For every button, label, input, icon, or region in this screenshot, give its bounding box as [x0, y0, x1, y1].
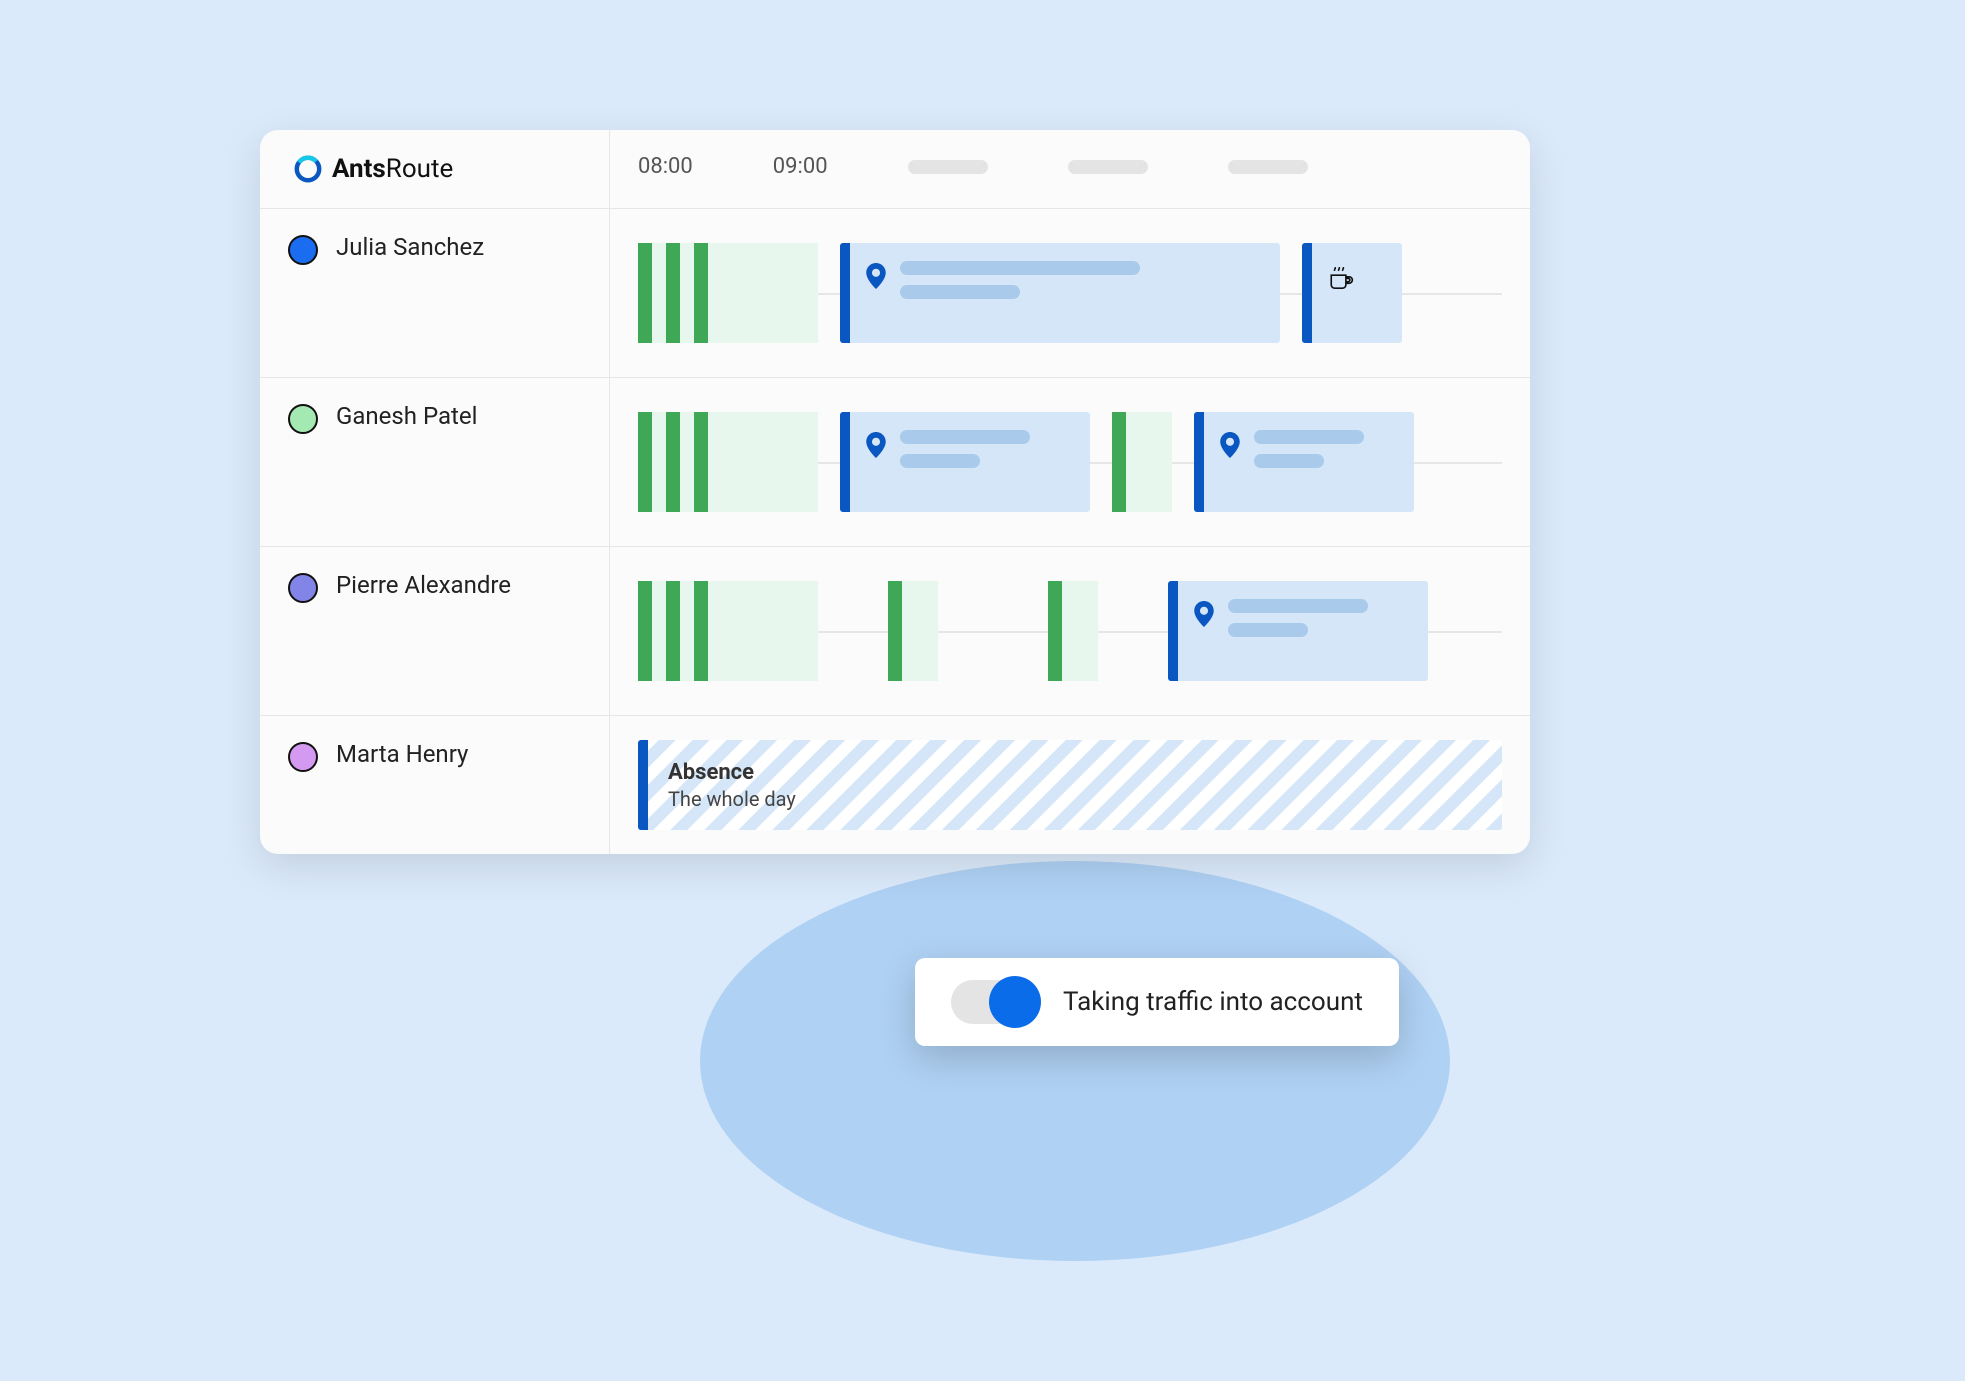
app-logo: AntsRoute	[288, 154, 453, 184]
traffic-toggle[interactable]	[951, 980, 1039, 1024]
time-skeleton	[1228, 160, 1308, 174]
traffic-toggle-card: Taking traffic into account	[915, 958, 1399, 1046]
driver-color-dot	[288, 235, 318, 265]
time-label: 09:00	[773, 154, 828, 179]
driver-lane: Absence The whole day	[610, 716, 1530, 854]
driver-name: Marta Henry	[336, 740, 468, 768]
task-segment[interactable]	[1112, 412, 1172, 512]
traffic-toggle-label: Taking traffic into account	[1063, 987, 1363, 1017]
coffee-cup-icon	[1328, 267, 1354, 293]
driver-name: Julia Sanchez	[336, 233, 484, 261]
time-skeleton	[908, 160, 988, 174]
task-segment[interactable]	[638, 412, 818, 512]
absence-title: Absence	[668, 760, 796, 785]
task-segment[interactable]	[638, 243, 818, 343]
driver-cell[interactable]: Julia Sanchez	[260, 209, 610, 377]
driver-cell[interactable]: Pierre Alexandre	[260, 547, 610, 715]
task-card[interactable]	[840, 243, 1280, 343]
header-row: AntsRoute 08:00 09:00	[260, 130, 1530, 209]
task-card[interactable]	[1168, 581, 1428, 681]
driver-lane	[610, 547, 1530, 715]
toggle-knob	[989, 976, 1041, 1028]
driver-lane	[610, 378, 1530, 546]
time-label: 08:00	[638, 154, 693, 179]
driver-row: Ganesh Patel	[260, 378, 1530, 547]
task-segment[interactable]	[1048, 581, 1098, 681]
location-pin-icon	[866, 432, 886, 458]
task-card[interactable]	[840, 412, 1090, 512]
location-pin-icon	[866, 263, 886, 289]
driver-lane	[610, 209, 1530, 377]
app-name: AntsRoute	[332, 154, 453, 184]
task-segment[interactable]	[888, 581, 938, 681]
driver-name: Pierre Alexandre	[336, 571, 511, 599]
driver-color-dot	[288, 742, 318, 772]
background-blob	[700, 861, 1450, 1261]
time-skeleton	[1068, 160, 1148, 174]
driver-cell[interactable]: Ganesh Patel	[260, 378, 610, 546]
location-pin-icon	[1194, 601, 1214, 627]
driver-color-dot	[288, 573, 318, 603]
antsroute-logo-icon	[294, 155, 322, 183]
absence-subtitle: The whole day	[668, 787, 796, 811]
driver-color-dot	[288, 404, 318, 434]
time-header-cell: 08:00 09:00	[610, 130, 1530, 208]
schedule-panel: AntsRoute 08:00 09:00 Julia Sanchez	[260, 130, 1530, 854]
task-card[interactable]	[1194, 412, 1414, 512]
logo-cell: AntsRoute	[260, 130, 610, 208]
break-card[interactable]	[1302, 243, 1402, 343]
task-segment[interactable]	[638, 581, 818, 681]
driver-name: Ganesh Patel	[336, 402, 477, 430]
driver-row: Marta Henry Absence The whole day	[260, 716, 1530, 854]
driver-row: Julia Sanchez	[260, 209, 1530, 378]
location-pin-icon	[1220, 432, 1240, 458]
driver-cell[interactable]: Marta Henry	[260, 716, 610, 854]
absence-block[interactable]: Absence The whole day	[638, 740, 1502, 830]
driver-row: Pierre Alexandre	[260, 547, 1530, 716]
